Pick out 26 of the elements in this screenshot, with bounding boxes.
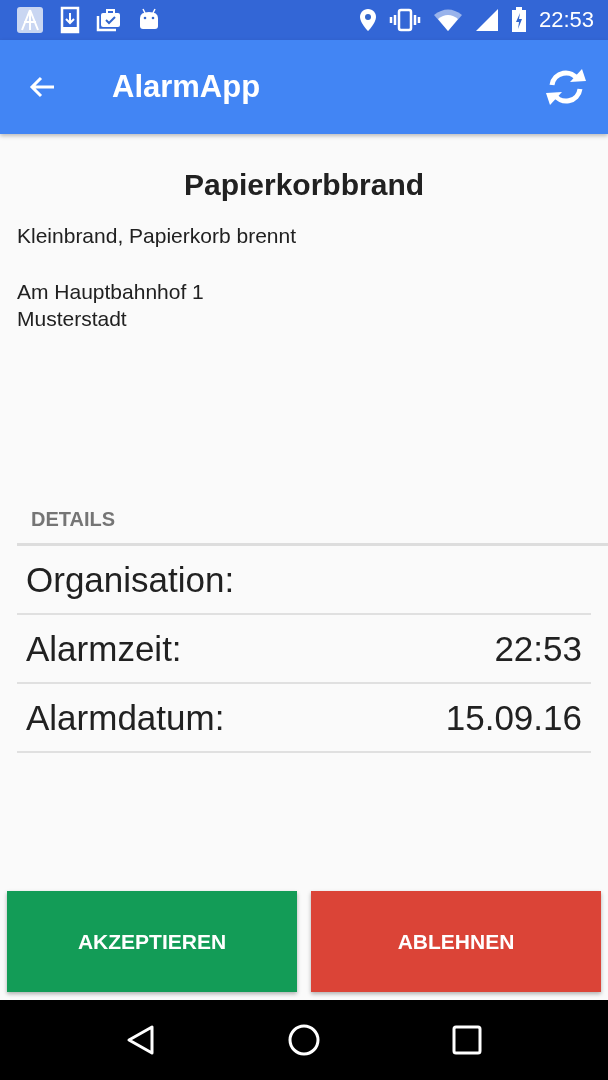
home-nav-icon[interactable] — [287, 1023, 321, 1057]
briefcase-check-icon — [96, 7, 122, 33]
address-line: Musterstadt — [17, 306, 128, 332]
location-icon — [358, 8, 377, 32]
back-nav-icon[interactable] — [125, 1024, 156, 1056]
alarm-title: Papierkorbbrand — [182, 168, 426, 202]
detail-label: Alarmzeit: — [26, 628, 182, 669]
download-icon — [60, 6, 80, 34]
app-title: AlarmApp — [112, 69, 262, 105]
accept-button[interactable]: AKZEPTIEREN — [7, 891, 297, 992]
battery-charging-icon — [510, 7, 527, 33]
signal-icon — [474, 8, 499, 32]
address-line: Am Hauptbahnhof 1 — [17, 279, 205, 305]
detail-label: Organisation: — [26, 559, 235, 600]
detail-value: 15.09.16 — [445, 697, 582, 738]
vibrate-icon — [388, 8, 421, 32]
status-time: 22:53 — [538, 7, 594, 33]
android-icon — [138, 8, 160, 32]
detail-value: 22:53 — [494, 628, 582, 669]
recents-nav-icon[interactable] — [452, 1025, 483, 1055]
detail-label: Alarmdatum: — [26, 697, 225, 738]
decline-button[interactable]: ABLEHNEN — [311, 891, 601, 992]
alarm-description: Kleinbrand, Papierkorb brennt — [17, 224, 297, 248]
wifi-icon — [432, 8, 463, 32]
app-logo-icon — [16, 6, 44, 34]
details-heading: DETAILS — [17, 508, 608, 546]
